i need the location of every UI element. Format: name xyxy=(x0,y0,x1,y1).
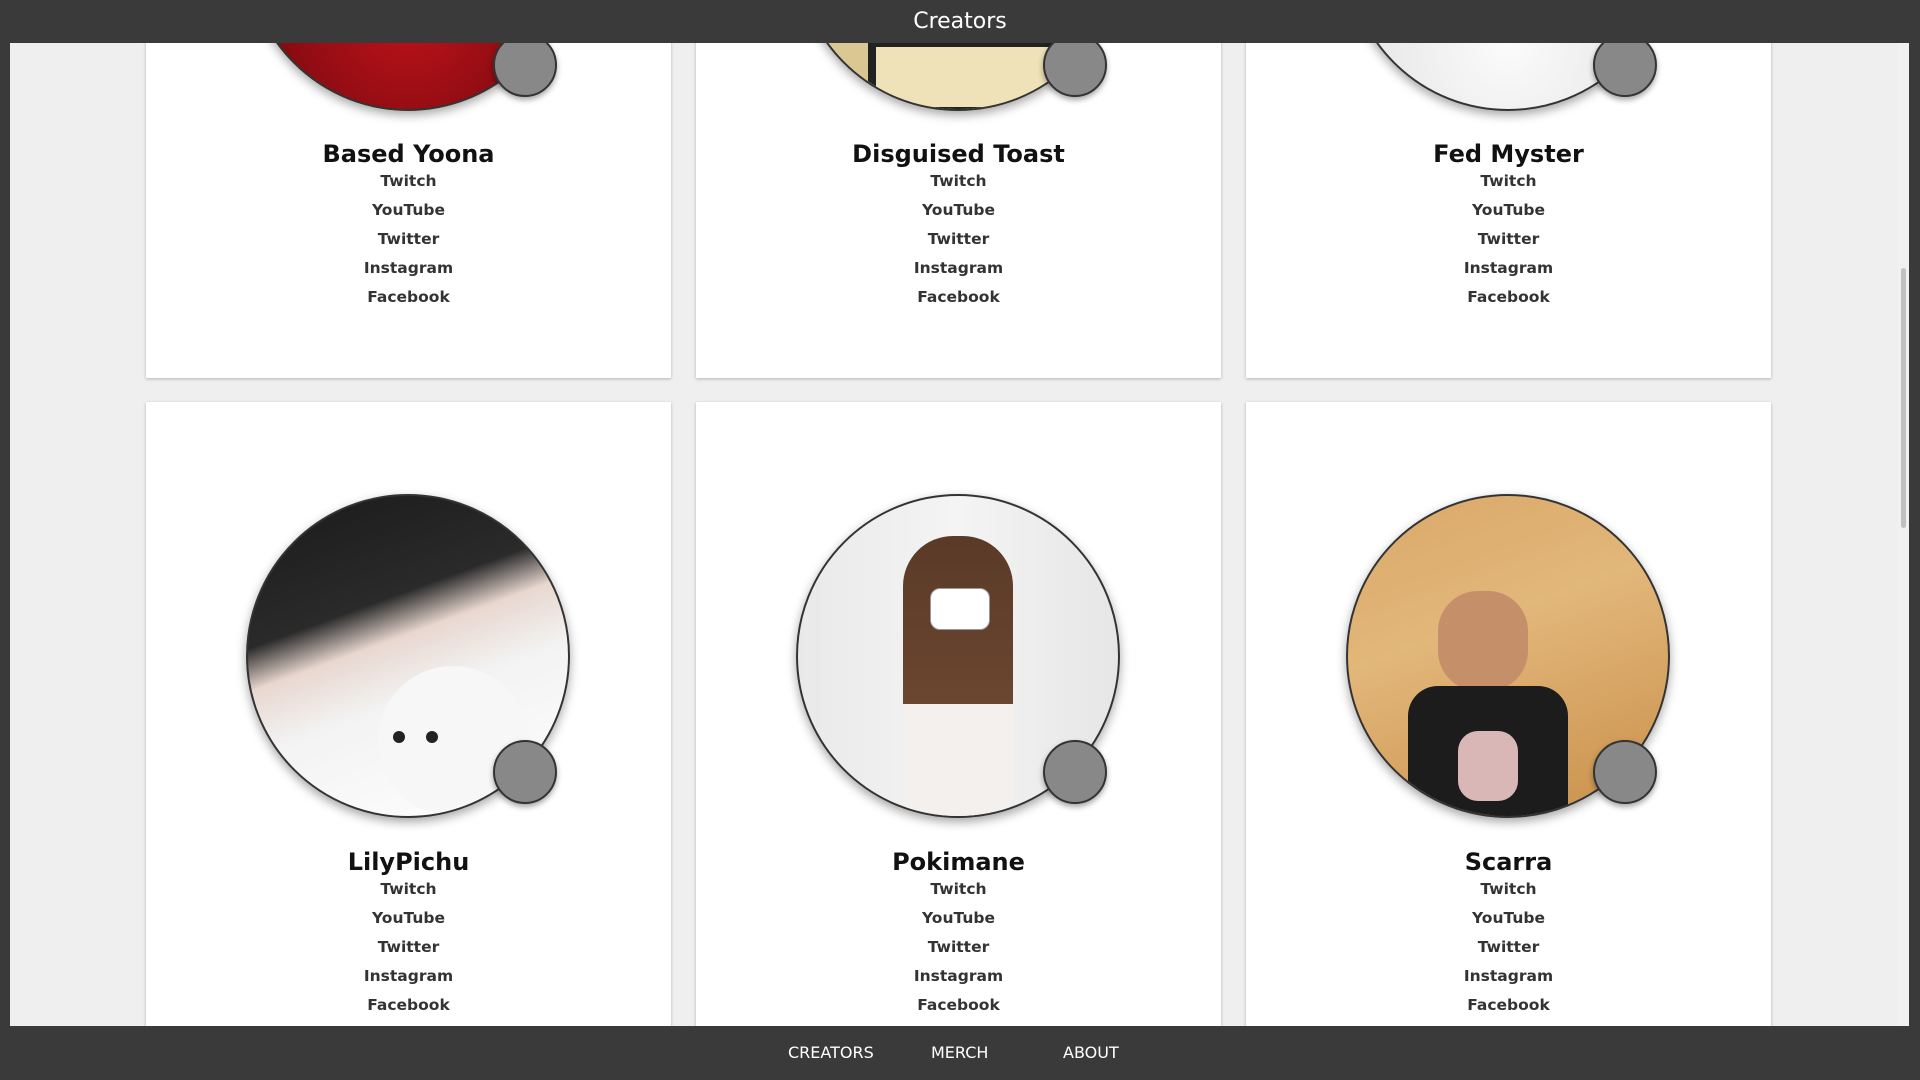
creator-name: Scarra xyxy=(1464,848,1553,876)
instagram-link[interactable]: Instagram xyxy=(146,254,671,283)
youtube-link[interactable]: YouTube xyxy=(146,196,671,225)
scrollbar-thumb[interactable] xyxy=(1901,268,1906,528)
youtube-link[interactable]: YouTube xyxy=(1246,196,1771,225)
twitch-link[interactable]: Twitch xyxy=(146,875,671,904)
youtube-link[interactable]: YouTube xyxy=(696,196,1221,225)
status-indicator xyxy=(1043,740,1107,804)
twitch-link[interactable]: Twitch xyxy=(696,875,1221,904)
creator-name: Based Yoona xyxy=(322,140,495,168)
facebook-link[interactable]: Facebook xyxy=(1246,283,1771,312)
nav-about[interactable]: ABOUT xyxy=(1063,1026,1119,1080)
nav-creators[interactable]: CREATORS xyxy=(788,1026,874,1080)
facebook-link[interactable]: Facebook xyxy=(696,283,1221,312)
creator-name: Fed Myster xyxy=(1433,140,1584,168)
scrollbar[interactable] xyxy=(1898,43,1909,1026)
facebook-link[interactable]: Facebook xyxy=(146,283,671,312)
status-indicator xyxy=(1593,43,1657,97)
creator-card: Pokimane Twitch YouTube Twitter Instagra… xyxy=(696,402,1221,1026)
twitter-link[interactable]: Twitter xyxy=(146,225,671,254)
facebook-link[interactable]: Facebook xyxy=(1246,991,1771,1020)
instagram-link[interactable]: Instagram xyxy=(696,962,1221,991)
instagram-link[interactable]: Instagram xyxy=(1246,254,1771,283)
twitch-link[interactable]: Twitch xyxy=(146,167,671,196)
twitter-link[interactable]: Twitter xyxy=(1246,225,1771,254)
creator-card: Fed Myster Twitch YouTube Twitter Instag… xyxy=(1246,43,1771,378)
creator-name: Disguised Toast xyxy=(852,140,1065,168)
status-indicator xyxy=(1593,740,1657,804)
youtube-link[interactable]: YouTube xyxy=(696,904,1221,933)
facebook-link[interactable]: Facebook xyxy=(146,991,671,1020)
facebook-link[interactable]: Facebook xyxy=(696,991,1221,1020)
instagram-link[interactable]: Instagram xyxy=(146,962,671,991)
page-title: Creators xyxy=(913,9,1007,34)
bottom-navigation: CREATORS MERCH ABOUT xyxy=(0,1026,1920,1080)
youtube-link[interactable]: YouTube xyxy=(1246,904,1771,933)
instagram-link[interactable]: Instagram xyxy=(696,254,1221,283)
twitter-link[interactable]: Twitter xyxy=(1246,933,1771,962)
creator-name: LilyPichu xyxy=(347,848,470,876)
twitter-link[interactable]: Twitter xyxy=(696,933,1221,962)
twitch-link[interactable]: Twitch xyxy=(1246,167,1771,196)
twitch-link[interactable]: Twitch xyxy=(1246,875,1771,904)
twitch-link[interactable]: Twitch xyxy=(696,167,1221,196)
nav-merch[interactable]: MERCH xyxy=(931,1026,988,1080)
instagram-link[interactable]: Instagram xyxy=(1246,962,1771,991)
creator-card: Based Yoona Twitch YouTube Twitter Insta… xyxy=(146,43,671,378)
status-indicator xyxy=(493,43,557,97)
youtube-link[interactable]: YouTube xyxy=(146,904,671,933)
creator-card: LilyPichu Twitch YouTube Twitter Instagr… xyxy=(146,402,671,1026)
creator-name: Pokimane xyxy=(892,848,1025,876)
twitter-link[interactable]: Twitter xyxy=(146,933,671,962)
creators-grid[interactable]: Based Yoona Twitch YouTube Twitter Insta… xyxy=(10,43,1909,1026)
top-bar: Creators xyxy=(0,0,1920,43)
status-indicator xyxy=(493,740,557,804)
twitter-link[interactable]: Twitter xyxy=(696,225,1221,254)
creator-card: Disguised Toast Twitch YouTube Twitter I… xyxy=(696,43,1221,378)
creator-card: Scarra Twitch YouTube Twitter Instagram … xyxy=(1246,402,1771,1026)
